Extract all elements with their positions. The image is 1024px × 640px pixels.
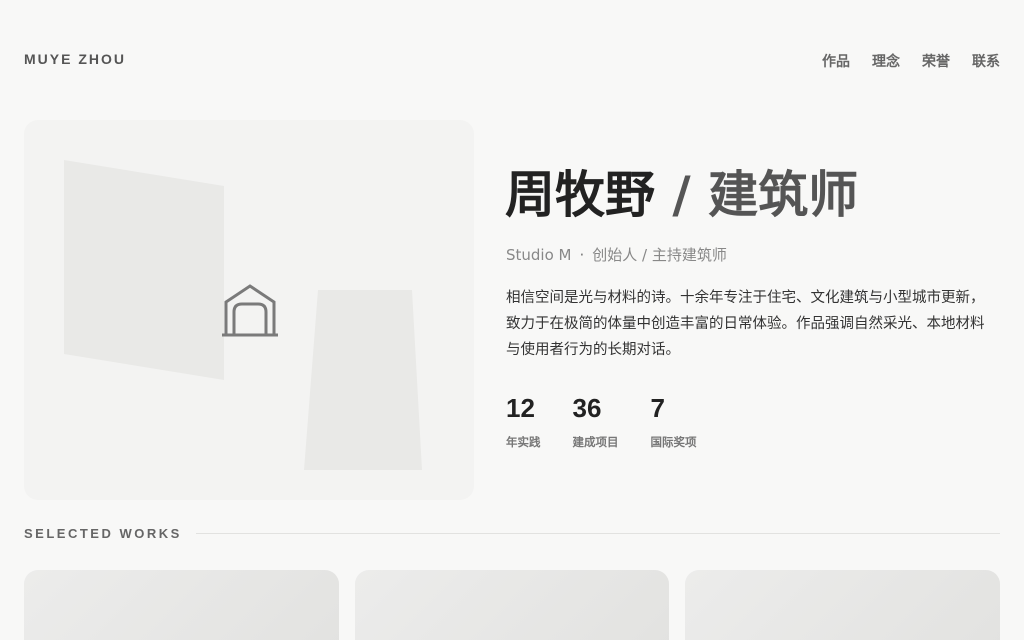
stats-row: 12 年实践 36 建成项目 7 国际奖项: [506, 392, 697, 450]
portfolio-page: MUYE ZHOU 作品 理念 荣誉 联系 周牧野 / 建筑师 Studio M…: [0, 0, 1024, 640]
dot-separator: ·: [579, 246, 585, 264]
profession-label: 建筑师: [708, 166, 859, 224]
house-icon: [222, 284, 278, 337]
work-card[interactable]: [354, 570, 670, 640]
top-nav: 作品 理念 荣誉 联系: [822, 51, 1000, 71]
hero-image: [24, 120, 474, 500]
stat-value: 36: [572, 393, 602, 423]
stat-label: 年实践: [506, 435, 541, 449]
nav-item-honors[interactable]: 荣誉: [922, 51, 950, 71]
section-divider: [195, 533, 1000, 534]
stat-label: 建成项目: [572, 435, 619, 449]
bio-text: 相信空间是光与材料的诗。十余年专注于住宅、文化建筑与小型城市更新，致力于在极简的…: [506, 290, 985, 358]
studio-name: Studio M: [506, 246, 572, 264]
nav-item-works[interactable]: 作品: [822, 51, 850, 71]
stat-value: 12: [506, 393, 535, 423]
title-separator: /: [655, 166, 709, 224]
work-card[interactable]: [24, 570, 339, 640]
stat-projects: 36 建成项目: [573, 392, 619, 450]
wall-shape-left: [64, 160, 224, 380]
stat-years: 12 年实践: [506, 392, 541, 450]
section-title: SELECTED WORKS: [24, 526, 182, 541]
stat-awards: 7 国际奖项: [651, 392, 697, 450]
works-grid: [24, 570, 1001, 640]
hero-illustration: [64, 160, 422, 470]
brand-logo[interactable]: MUYE ZHOU: [24, 51, 126, 67]
section-header: SELECTED WORKS: [24, 526, 1000, 541]
page-title: 周牧野 / 建筑师: [505, 163, 858, 227]
nav-item-contact[interactable]: 联系: [972, 51, 1000, 71]
wall-shape-right: [304, 290, 422, 470]
subtitle: Studio M · 创始人 / 主持建筑师: [506, 244, 727, 265]
stat-label: 国际奖项: [650, 435, 697, 449]
nav-item-philosophy[interactable]: 理念: [872, 51, 900, 71]
work-card[interactable]: [685, 570, 1001, 640]
architect-name: 周牧野: [505, 166, 655, 224]
stat-value: 7: [650, 393, 665, 423]
role-label: 创始人 / 主持建筑师: [592, 246, 727, 264]
